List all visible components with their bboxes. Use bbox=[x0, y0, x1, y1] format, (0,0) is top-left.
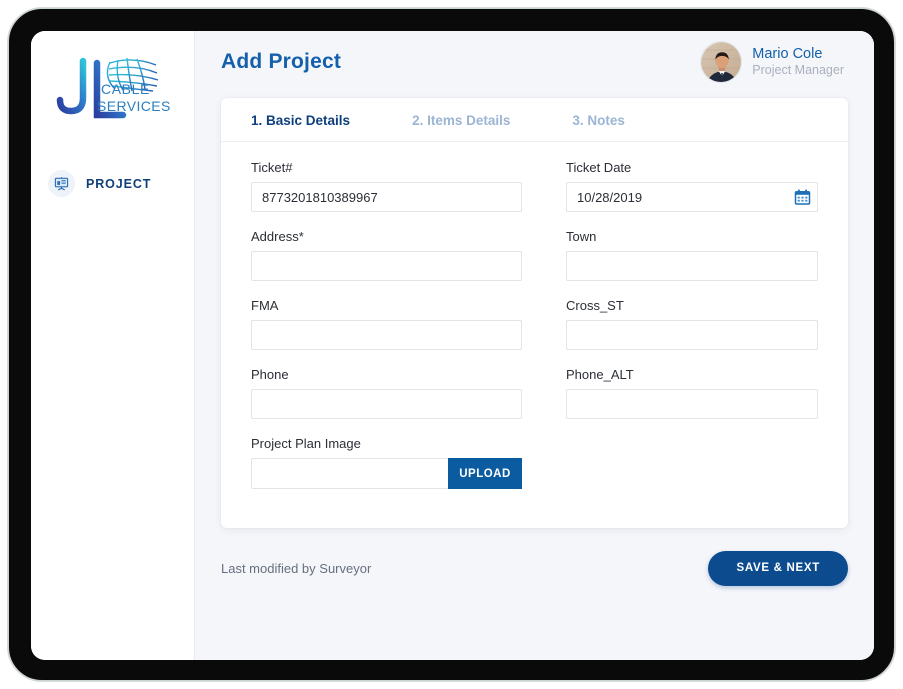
address-label: Address* bbox=[251, 229, 304, 244]
project-plan-image-label: Project Plan Image bbox=[251, 436, 361, 451]
field-fma: FMA bbox=[251, 298, 522, 350]
sidebar-nav: PROJECT bbox=[31, 161, 194, 206]
ticket-number-label: Ticket# bbox=[251, 160, 293, 175]
sidebar-item-label: PROJECT bbox=[86, 176, 152, 191]
cross-st-label: Cross_ST bbox=[566, 298, 624, 313]
fma-input[interactable] bbox=[251, 320, 522, 350]
field-phone-alt: Phone_ALT bbox=[566, 367, 818, 419]
town-input[interactable] bbox=[566, 251, 818, 281]
address-input[interactable] bbox=[251, 251, 522, 281]
form-card: 1. Basic Details 2. Items Details 3. Not… bbox=[221, 98, 848, 528]
tab-bar: 1. Basic Details 2. Items Details 3. Not… bbox=[221, 98, 848, 142]
user-profile[interactable]: Mario Cole Project Manager bbox=[700, 41, 844, 83]
sidebar: CABLE SERVICES PROJECT bbox=[31, 31, 195, 660]
phone-input[interactable] bbox=[251, 389, 522, 419]
last-modified-text: Last modified by Surveyor bbox=[221, 560, 372, 576]
tab-items-details[interactable]: 2. Items Details bbox=[412, 113, 510, 128]
cross-st-input[interactable] bbox=[566, 320, 818, 350]
tab-basic-details[interactable]: 1. Basic Details bbox=[251, 113, 350, 128]
app-screen: CABLE SERVICES PROJECT Add Project Mario… bbox=[31, 31, 874, 660]
user-text: Mario Cole Project Manager bbox=[752, 46, 844, 77]
svg-text:SERVICES: SERVICES bbox=[97, 98, 171, 114]
field-project-plan-image: Project Plan Image UPLOAD bbox=[251, 436, 522, 489]
page-title: Add Project bbox=[221, 50, 342, 73]
phone-alt-label: Phone_ALT bbox=[566, 367, 634, 382]
form-footer: Last modified by Surveyor SAVE & NEXT bbox=[221, 550, 848, 586]
svg-text:CABLE: CABLE bbox=[101, 81, 150, 97]
main-content: Add Project Mario Cole Project Manager 1… bbox=[195, 31, 874, 660]
field-ticket-number: Ticket# bbox=[251, 160, 522, 212]
town-label: Town bbox=[566, 229, 597, 244]
field-phone: Phone bbox=[251, 367, 522, 419]
phone-label: Phone bbox=[251, 367, 289, 382]
save-and-next-button[interactable]: SAVE & NEXT bbox=[708, 550, 848, 586]
project-plan-image-input[interactable] bbox=[251, 458, 448, 489]
project-board-icon bbox=[48, 170, 75, 197]
sidebar-item-project[interactable]: PROJECT bbox=[31, 161, 194, 206]
form-fields: Ticket# Ticket Date bbox=[221, 142, 848, 506]
phone-alt-input[interactable] bbox=[566, 389, 818, 419]
field-ticket-date: Ticket Date bbox=[566, 160, 818, 212]
ticket-date-input[interactable] bbox=[566, 182, 818, 212]
user-name: Mario Cole bbox=[752, 46, 823, 63]
tab-notes[interactable]: 3. Notes bbox=[572, 113, 625, 128]
field-address: Address* bbox=[251, 229, 522, 281]
fma-label: FMA bbox=[251, 298, 279, 313]
field-town: Town bbox=[566, 229, 818, 281]
topbar: Add Project Mario Cole Project Manager bbox=[195, 31, 874, 93]
ticket-number-input[interactable] bbox=[251, 182, 522, 212]
calendar-icon[interactable] bbox=[794, 189, 811, 206]
brand-logo: CABLE SERVICES bbox=[56, 57, 171, 119]
user-role: Project Manager bbox=[752, 63, 844, 78]
upload-button[interactable]: UPLOAD bbox=[448, 458, 522, 489]
field-cross-st: Cross_ST bbox=[566, 298, 818, 350]
ticket-date-label: Ticket Date bbox=[566, 160, 632, 175]
avatar bbox=[700, 41, 743, 83]
tablet-device-frame: CABLE SERVICES PROJECT Add Project Mario… bbox=[8, 8, 895, 681]
